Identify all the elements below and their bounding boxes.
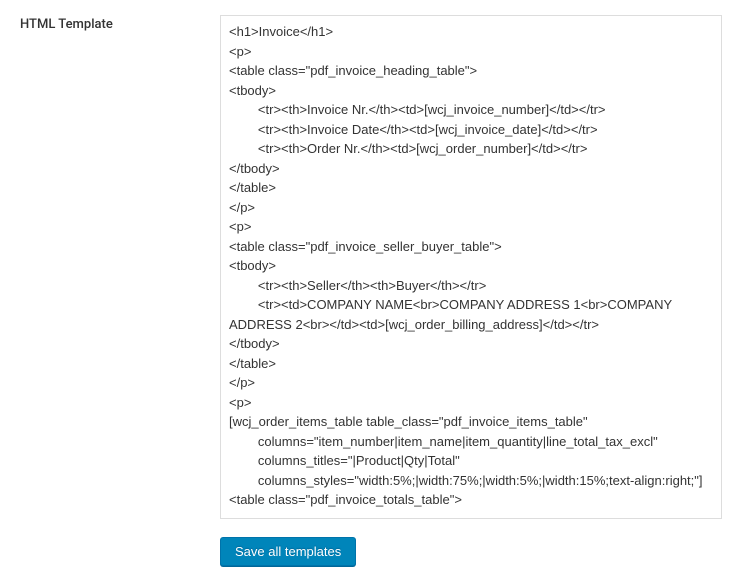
save-all-templates-button[interactable]: Save all templates <box>220 537 356 566</box>
textarea-wrapper <box>220 15 722 519</box>
form-row: HTML Template <box>0 0 742 519</box>
html-template-textarea[interactable] <box>221 16 721 514</box>
form-field <box>220 15 722 519</box>
html-template-label: HTML Template <box>20 15 220 32</box>
button-row: Save all templates <box>0 519 742 586</box>
